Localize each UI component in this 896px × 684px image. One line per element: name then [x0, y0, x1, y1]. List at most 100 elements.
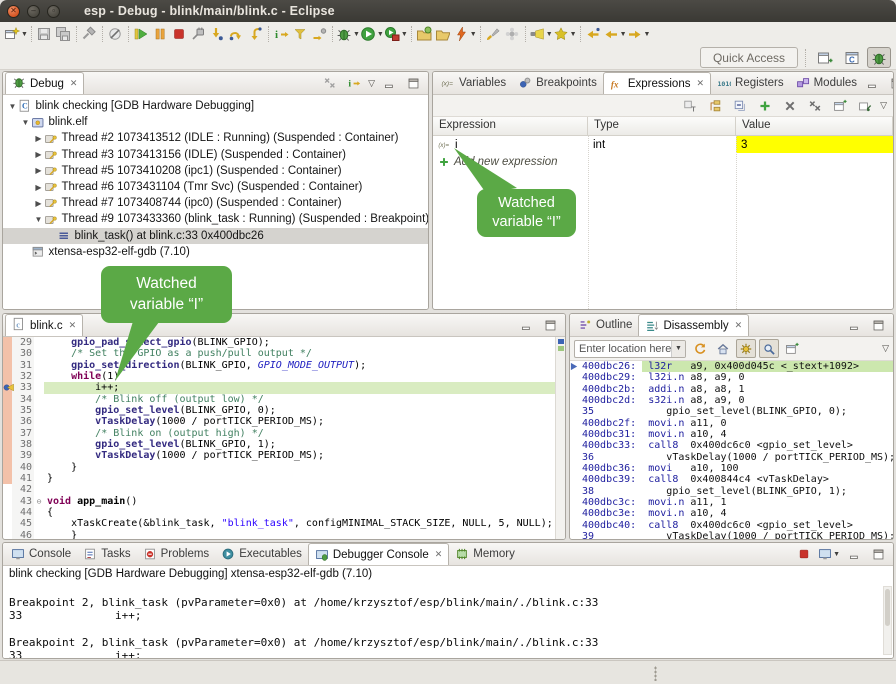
- dropdown-arrow-icon[interactable]: ▼: [401, 31, 408, 38]
- step-over-button[interactable]: [227, 24, 246, 44]
- disassembly-row[interactable]: 400dbc31: movi.n a10, 4: [570, 429, 893, 440]
- location-input[interactable]: Enter location here: [575, 343, 671, 355]
- console-output[interactable]: Breakpoint 2, blink_task (pvParameter=0x…: [3, 583, 893, 658]
- cpp-perspective-button[interactable]: C: [840, 47, 864, 68]
- dropdown-arrow-icon[interactable]: ▼: [620, 31, 627, 38]
- disassembly-row[interactable]: 36 vTaskDelay(1000 / portTICK_PERIOD_MS)…: [570, 452, 893, 463]
- tree-item[interactable]: xtensa-esp32-elf-gdb (7.10): [3, 244, 428, 260]
- expression-row[interactable]: (x)=iint3: [433, 136, 893, 153]
- view-menu-icon[interactable]: ▽: [368, 78, 375, 89]
- editor-line[interactable]: 40 }: [3, 462, 565, 473]
- console-tab-console[interactable]: Console: [5, 543, 77, 565]
- console-tab-tasks[interactable]: Tasks: [77, 543, 136, 565]
- tree-expand-arrow[interactable]: ▼: [20, 118, 31, 127]
- new-view-button[interactable]: [830, 96, 849, 116]
- remove-expression-button[interactable]: [780, 96, 799, 116]
- tab-blink-c[interactable]: c blink.c ✕: [5, 314, 83, 336]
- column-header-value[interactable]: Value: [736, 117, 893, 135]
- step-into-button[interactable]: [208, 24, 227, 44]
- editor-line[interactable]: 34 /* Blink off (output low) */: [3, 394, 565, 405]
- sash-drag-handle[interactable]: [654, 666, 657, 681]
- column-header-expression[interactable]: Expression: [433, 117, 588, 135]
- editor-line[interactable]: 41}: [3, 473, 565, 484]
- instruction-step-button[interactable]: i: [272, 24, 291, 44]
- editor-line[interactable]: 45 xTaskCreate(&blink_task, "blink_task"…: [3, 518, 565, 529]
- remove-all-terminated-button[interactable]: [320, 73, 339, 93]
- editor-line-number[interactable]: 43: [12, 496, 34, 507]
- resume-button[interactable]: [132, 24, 151, 44]
- close-icon[interactable]: ✕: [69, 320, 77, 331]
- editor-line[interactable]: 32 while(1): [3, 371, 565, 382]
- save-all-button[interactable]: [54, 24, 73, 44]
- disassembly-row[interactable]: 400dbc39: call8 0x400844c4 <vTaskDelay>: [570, 474, 893, 485]
- tree-item[interactable]: blink_task() at blink.c:33 0x400dbc26: [3, 228, 428, 244]
- tree-expand-arrow[interactable]: ▶: [33, 166, 44, 175]
- console-scrollbar[interactable]: [883, 586, 892, 655]
- terminate-button[interactable]: [170, 24, 189, 44]
- dropdown-arrow-icon[interactable]: ▼: [570, 31, 577, 38]
- combo-dropdown-icon[interactable]: ▼: [671, 341, 685, 357]
- tree-item[interactable]: ▶Thread #7 1073408744 (ipc0) (Suspended …: [3, 195, 428, 211]
- maximize-button[interactable]: [541, 315, 560, 335]
- expressions-tab-expressions[interactable]: fxExpressions✕: [603, 72, 711, 94]
- editor-line-number[interactable]: 36: [12, 416, 34, 427]
- editor-line-number[interactable]: 40: [12, 462, 34, 473]
- new-view-button[interactable]: [782, 339, 802, 358]
- disassembly-row[interactable]: 400dbc29: l32i.n a8, a9, 0: [570, 372, 893, 383]
- maximize-button[interactable]: [869, 544, 888, 564]
- console-tab-executables[interactable]: Executables: [215, 543, 308, 565]
- editor-line-number[interactable]: 37: [12, 428, 34, 439]
- dropdown-arrow-icon[interactable]: ▼: [377, 31, 384, 38]
- tree-item[interactable]: ▶Thread #3 1073413156 (IDLE) (Suspended …: [3, 147, 428, 163]
- editor-line[interactable]: 31 gpio_set_direction(BLINK_GPIO, GPIO_M…: [3, 360, 565, 371]
- disassembly-row[interactable]: 400dbc3e: movi.n a10, 4: [570, 508, 893, 519]
- sync-gear-button[interactable]: [736, 339, 756, 358]
- show-logical-structure-button[interactable]: [705, 96, 724, 116]
- console-tab-memory[interactable]: Memory: [449, 543, 521, 565]
- dropdown-arrow-icon[interactable]: ▼: [353, 31, 360, 38]
- close-icon[interactable]: ✕: [735, 320, 743, 331]
- dropdown-arrow-icon[interactable]: ▼: [470, 31, 477, 38]
- editor-line[interactable]: 39 vTaskDelay(1000 / portTICK_PERIOD_MS)…: [3, 450, 565, 461]
- tab-debug[interactable]: Debug ✕: [5, 72, 84, 94]
- tree-expand-arrow[interactable]: ▶: [33, 150, 44, 159]
- instruction-stepping-mode-button[interactable]: i: [344, 73, 363, 93]
- editor-line[interactable]: 38 gpio_set_level(BLINK_GPIO, 1);: [3, 439, 565, 450]
- window-minimize-button[interactable]: –: [27, 5, 40, 18]
- sketch-flower-button[interactable]: [503, 24, 522, 44]
- suspend-button[interactable]: [151, 24, 170, 44]
- tree-item[interactable]: ▼Cblink checking [GDB Hardware Debugging…: [3, 98, 428, 114]
- editor-line-number[interactable]: 46: [12, 530, 34, 539]
- editor-line-number[interactable]: 35: [12, 405, 34, 416]
- add-expression-cell[interactable]: Add new expression: [433, 153, 588, 170]
- window-maximize-button[interactable]: ▫: [47, 5, 60, 18]
- editor-line[interactable]: 37 /* Blink on (output high) */: [3, 428, 565, 439]
- view-menu-icon[interactable]: ▽: [880, 100, 887, 111]
- open-project-button[interactable]: [434, 24, 453, 44]
- disassembly-tab-disassembly[interactable]: Disassembly✕: [638, 314, 749, 336]
- editor-line-number[interactable]: 38: [12, 439, 34, 450]
- disassembly-row[interactable]: 400dbc26: l32r a9, 0x400d045c <_stext+10…: [570, 361, 893, 372]
- editor-line[interactable]: 33 i++;: [3, 382, 565, 393]
- new-cproject-button[interactable]: [415, 24, 434, 44]
- tree-item[interactable]: ▶Thread #6 1073431104 (Tmr Svc) (Suspend…: [3, 179, 428, 195]
- disassembly-row[interactable]: 38 gpio_set_level(BLINK_GPIO, 1);: [570, 486, 893, 497]
- disassembly-row[interactable]: 35 gpio_set_level(BLINK_GPIO, 0);: [570, 406, 893, 417]
- back-button[interactable]: ▼: [603, 24, 627, 44]
- value-cell[interactable]: 3: [736, 136, 893, 153]
- tree-item[interactable]: ▼blink.elf: [3, 114, 428, 130]
- forward-button[interactable]: ▼: [627, 24, 651, 44]
- close-icon[interactable]: ✕: [70, 78, 78, 89]
- format-brush-button[interactable]: [484, 24, 503, 44]
- editor-overview-ruler[interactable]: [555, 337, 565, 539]
- show-type-names-button[interactable]: T: [680, 96, 699, 116]
- editor-line-number[interactable]: 45: [12, 518, 34, 529]
- editor-line-number[interactable]: 42: [12, 484, 34, 495]
- trace-step-button[interactable]: [310, 24, 329, 44]
- column-header-type[interactable]: Type: [588, 117, 736, 135]
- step-return-button[interactable]: [246, 24, 265, 44]
- disassembly-row[interactable]: 400dbc2f: movi.n a11, 0: [570, 418, 893, 429]
- close-icon[interactable]: ✕: [696, 78, 704, 89]
- collapse-all-button[interactable]: [730, 96, 749, 116]
- minimize-button[interactable]: [845, 544, 864, 564]
